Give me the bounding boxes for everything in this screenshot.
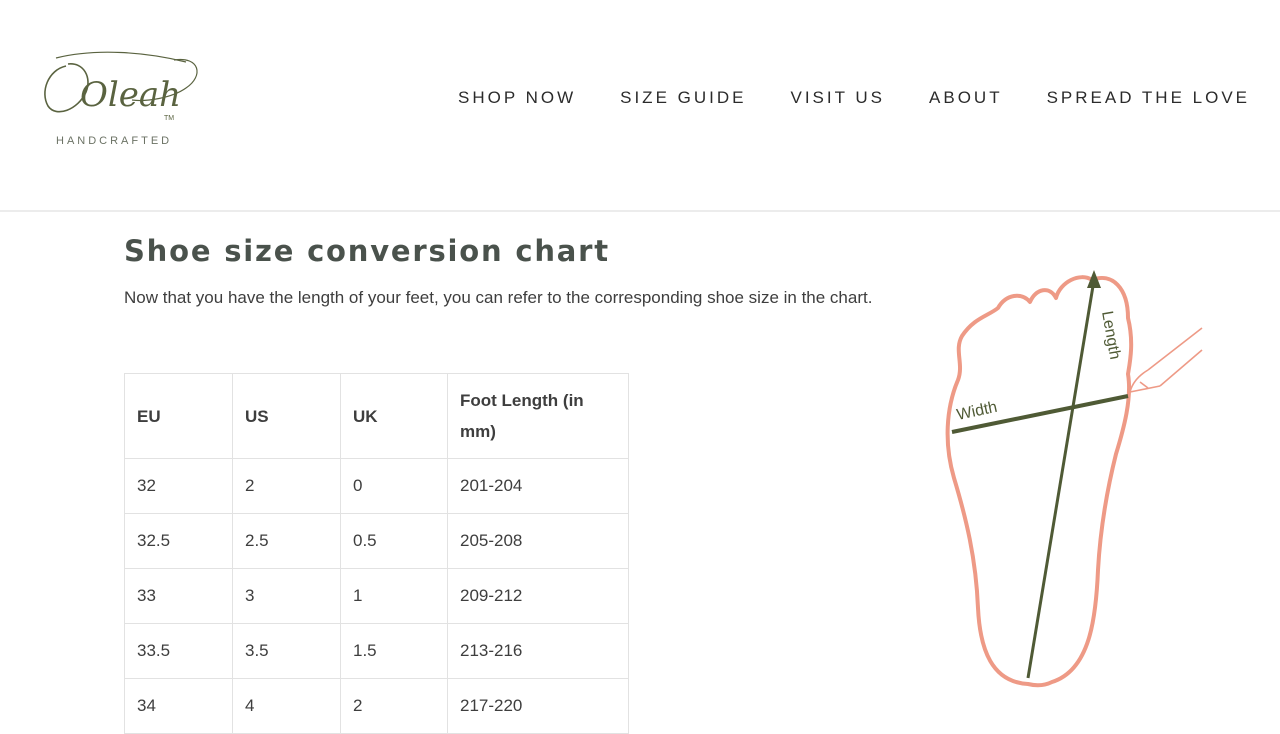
cell-uk: 1	[340, 568, 448, 624]
page-title: Shoe size conversion chart	[124, 234, 610, 268]
cell-us: 2	[232, 458, 341, 514]
cell-us: 4	[232, 678, 341, 734]
cell-us: 3.5	[232, 623, 341, 679]
cell-us: 3	[232, 568, 341, 624]
nav-spread-the-love[interactable]: SPREAD THE LOVE	[1047, 88, 1250, 108]
nav-size-guide[interactable]: SIZE GUIDE	[620, 88, 746, 108]
main-nav: SHOP NOW SIZE GUIDE VISIT US ABOUT SPREA…	[414, 88, 1250, 108]
header-eu: EU	[124, 373, 233, 459]
cell-eu: 33	[124, 568, 233, 624]
cell-foot-length: 201-204	[447, 458, 629, 514]
cell-us: 2.5	[232, 513, 341, 569]
cell-foot-length: 217-220	[447, 678, 629, 734]
cell-foot-length: 213-216	[447, 623, 629, 679]
logo-script-text: Oleah	[80, 75, 181, 115]
cell-foot-length: 205-208	[447, 513, 629, 569]
nav-about[interactable]: ABOUT	[929, 88, 1003, 108]
table-row: 32.5 2.5 0.5 205-208	[124, 513, 629, 569]
width-label: Width	[955, 399, 999, 424]
intro-text: Now that you have the length of your fee…	[124, 288, 873, 307]
site-header: Oleah TM HANDCRAFTED SHOP NOW SIZE GUIDE…	[0, 0, 1280, 212]
cell-eu: 32	[124, 458, 233, 514]
foot-measure-illustration: Width Length	[945, 270, 1203, 688]
header-us: US	[232, 373, 341, 459]
nav-visit-us[interactable]: VISIT US	[790, 88, 885, 108]
cell-uk: 0.5	[340, 513, 448, 569]
cell-eu: 32.5	[124, 513, 233, 569]
pencil-icon	[1128, 327, 1203, 394]
table-header-row: EU US UK Foot Length (in mm)	[124, 373, 629, 459]
logo-tm: TM	[164, 115, 174, 122]
cell-eu: 34	[124, 678, 233, 734]
header-foot-length: Foot Length (in mm)	[447, 373, 629, 459]
logo-script-mark: Oleah TM	[44, 51, 198, 122]
length-label: Length	[1098, 310, 1123, 361]
size-conversion-table: EU US UK Foot Length (in mm) 32 2 0 201-…	[124, 373, 629, 734]
brand-logo[interactable]: Oleah TM HANDCRAFTED	[36, 48, 216, 158]
logo-subtitle: HANDCRAFTED	[56, 135, 173, 147]
nav-shop-now[interactable]: SHOP NOW	[458, 88, 576, 108]
table-row: 33 3 1 209-212	[124, 568, 629, 624]
table-row: 33.5 3.5 1.5 213-216	[124, 623, 629, 679]
cell-uk: 2	[340, 678, 448, 734]
length-line	[1026, 279, 1096, 679]
cell-foot-length: 209-212	[447, 568, 629, 624]
cell-uk: 0	[340, 458, 448, 514]
cell-uk: 1.5	[340, 623, 448, 679]
table-row: 34 4 2 217-220	[124, 678, 629, 734]
table-row: 32 2 0 201-204	[124, 458, 629, 514]
header-uk: UK	[340, 373, 448, 459]
cell-eu: 33.5	[124, 623, 233, 679]
